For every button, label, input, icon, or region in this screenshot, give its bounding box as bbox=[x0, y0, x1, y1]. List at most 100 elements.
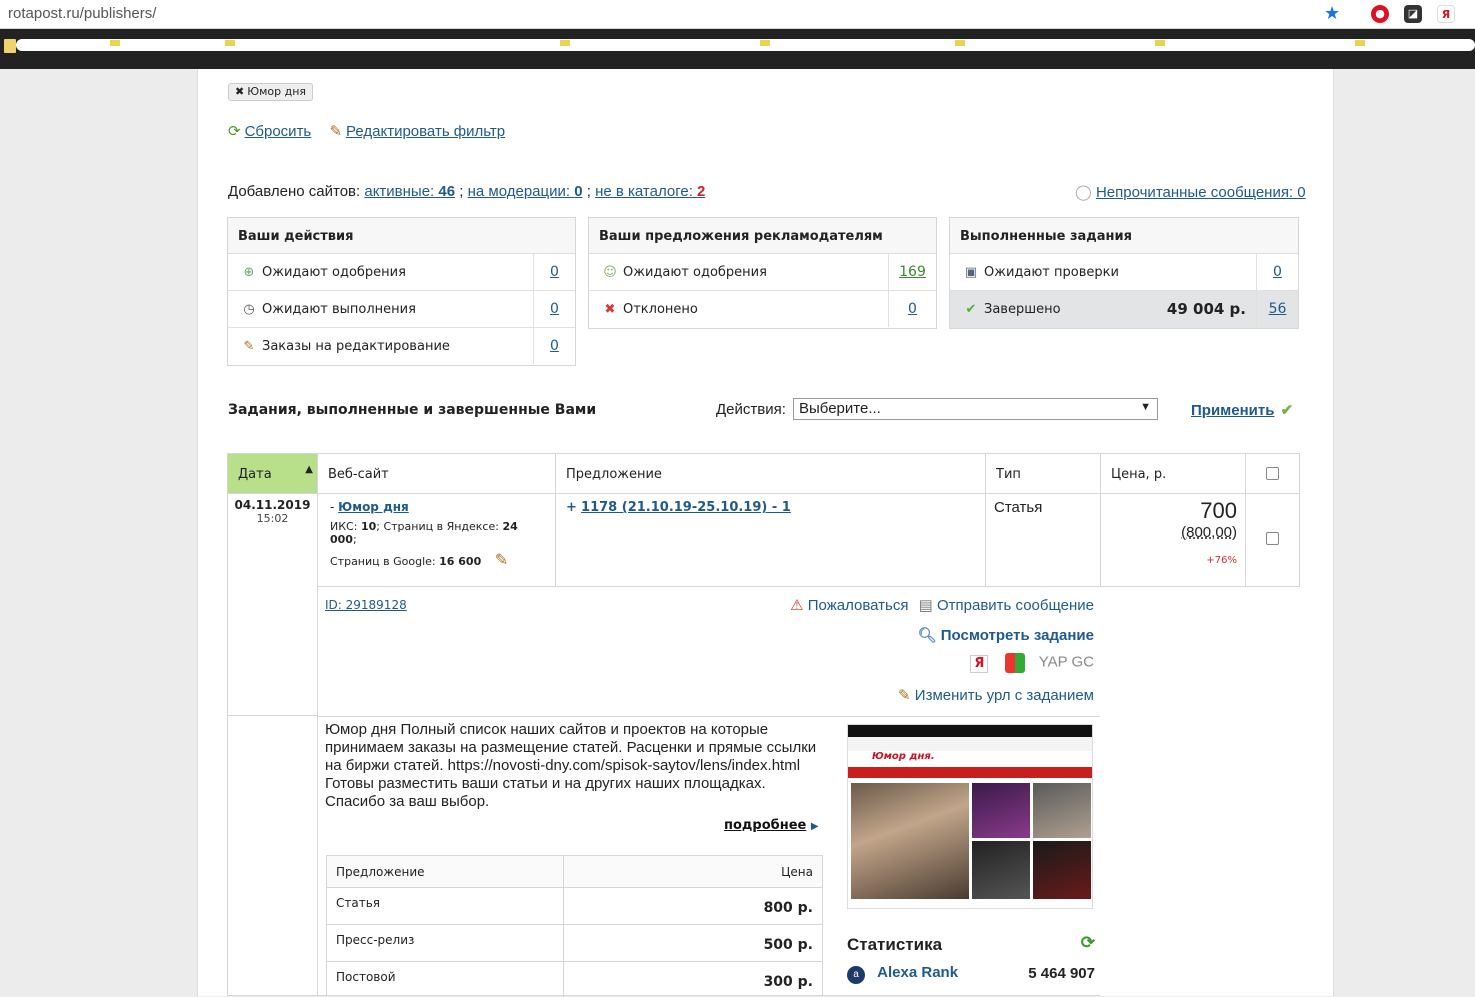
dropdown-arrow-icon: ▼ bbox=[1140, 401, 1151, 413]
added-sites-label: Добавлено сайтов: bbox=[228, 183, 361, 200]
reset-link[interactable]: Сбросить bbox=[245, 123, 312, 140]
magnifier-icon: 🔍︎ bbox=[917, 627, 937, 644]
extension-icon[interactable]: ◪ bbox=[1404, 5, 1422, 23]
plus-circle-icon: ⊕ bbox=[243, 265, 255, 280]
thumb-menu bbox=[848, 767, 1092, 778]
actions-label: Действия: bbox=[716, 401, 786, 418]
count-link[interactable]: 169 bbox=[899, 264, 926, 280]
row-edit-orders: ✎ Заказы на редактирование 0 bbox=[228, 328, 575, 365]
row-offers-rejected: ✖ Отклонено 0 bbox=[589, 291, 936, 328]
task-date: 04.11.2019 bbox=[234, 498, 311, 512]
edit-filter-link[interactable]: Редактировать фильтр bbox=[346, 123, 505, 140]
unread-messages-link[interactable]: Непрочитанные сообщения: 0 bbox=[1096, 184, 1306, 201]
unread-messages[interactable]: ◯ Непрочитанные сообщения: 0 bbox=[1075, 183, 1306, 201]
complain-link[interactable]: Пожаловаться bbox=[808, 597, 909, 614]
check-icon: ✔ bbox=[965, 302, 977, 317]
task-time: 15:02 bbox=[256, 512, 289, 525]
task-id-link[interactable]: ID: 29189128 bbox=[325, 598, 407, 612]
price-head-offer: Предложение bbox=[327, 856, 564, 888]
finished-sum: 49 004 р. bbox=[1166, 300, 1246, 318]
bookmark-icon[interactable] bbox=[760, 40, 770, 46]
bookmark-icon[interactable] bbox=[560, 40, 570, 46]
filter-tag[interactable]: ✖ Юмор дня bbox=[228, 83, 314, 101]
more-link[interactable]: подробнее ▶ bbox=[724, 818, 819, 833]
pencil-icon: ✎ bbox=[243, 339, 255, 354]
count-link[interactable]: 0 bbox=[908, 301, 917, 317]
panel-your-actions: Ваши действия ⊕ Ожидают одобрения 0 ◷ Ожид… bbox=[227, 217, 576, 366]
adblock-extension-icon[interactable]: ● bbox=[1371, 5, 1389, 23]
thumb-image bbox=[1033, 841, 1091, 899]
header-date[interactable]: Дата ▲ bbox=[227, 453, 317, 494]
site-description: Юмор дня Полный список наших сайтов и пр… bbox=[325, 721, 817, 810]
alexa-label[interactable]: Alexa Rank bbox=[877, 964, 958, 981]
send-message-link[interactable]: Отправить сообщение bbox=[937, 597, 1094, 614]
panel-title: Выполненные задания bbox=[950, 218, 1298, 254]
apply-button[interactable]: Применить ✔ bbox=[1191, 401, 1293, 419]
site-screenshot[interactable]: Юмор дня. bbox=[847, 724, 1093, 909]
count-link[interactable]: 0 bbox=[550, 301, 559, 317]
apply-link[interactable]: Применить bbox=[1191, 402, 1274, 419]
alexa-icon: a bbox=[847, 966, 865, 984]
row-checkbox[interactable] bbox=[1266, 532, 1279, 545]
price-row-value: 300 р. bbox=[763, 974, 813, 990]
panel-completed-tasks: Выполненные задания ▣ Ожидают проверки 0 … bbox=[949, 217, 1299, 329]
url-text[interactable]: rotapost.ru/publishers/ bbox=[8, 5, 156, 22]
row-finished: ✔ Завершено 49 004 р. 56 bbox=[950, 291, 1298, 328]
thumb-nav bbox=[848, 737, 1092, 751]
bookmarks-bar bbox=[0, 29, 1475, 69]
yandex-extension-icon[interactable]: Я bbox=[1437, 5, 1455, 23]
bookmark-icon[interactable] bbox=[1155, 40, 1165, 46]
index-check-row: Я YAP GC bbox=[970, 653, 1094, 673]
row-awaiting-execution: ◷ Ожидают выполнения 0 bbox=[228, 291, 575, 328]
cell-price: 700 (800,00) +76% bbox=[1100, 494, 1245, 587]
bookmark-icon[interactable] bbox=[955, 40, 965, 46]
change-url-row[interactable]: ✎ Изменить урл с заданием bbox=[898, 686, 1094, 704]
view-task-row[interactable]: 🔍︎ Посмотреть задание bbox=[918, 626, 1094, 644]
folder-icon[interactable] bbox=[4, 39, 16, 53]
select-all-checkbox[interactable] bbox=[1266, 467, 1279, 480]
google-icon[interactable] bbox=[1004, 653, 1025, 673]
panel-title: Ваши действия bbox=[228, 218, 575, 254]
bookmark-star-icon[interactable]: ★ bbox=[1324, 3, 1340, 24]
refresh-icon[interactable]: ⟳ bbox=[1081, 933, 1095, 953]
filter-tag-label: Юмор дня bbox=[247, 85, 307, 98]
moderation-sites-link[interactable]: на модерации: 0 bbox=[468, 183, 583, 200]
count-link[interactable]: 0 bbox=[550, 264, 559, 280]
header-offer[interactable]: Предложение bbox=[555, 453, 985, 494]
row-awaiting-approval: ⊕ Ожидают одобрения 0 bbox=[228, 254, 575, 291]
view-task-link[interactable]: Посмотреть задание bbox=[941, 627, 1094, 644]
browser-address-bar[interactable]: rotapost.ru/publishers/ ★ ● ◪ Я bbox=[0, 0, 1475, 29]
count-link[interactable]: 0 bbox=[550, 338, 559, 354]
header-price[interactable]: Цена, р. bbox=[1100, 453, 1245, 494]
yandex-icon[interactable]: Я bbox=[970, 654, 989, 673]
bookmark-icon[interactable] bbox=[1355, 40, 1365, 46]
header-type[interactable]: Тип bbox=[985, 453, 1100, 494]
bookmark-icon[interactable] bbox=[110, 40, 120, 46]
change-url-link[interactable]: Изменить урл с заданием bbox=[915, 687, 1094, 704]
active-sites-link[interactable]: активные: 46 bbox=[364, 183, 455, 200]
warning-icon: ⚠ bbox=[790, 597, 804, 614]
message-icon: ◯ bbox=[1075, 184, 1092, 201]
pencil-icon[interactable]: ✎ bbox=[495, 550, 508, 569]
thumb-topbar bbox=[848, 725, 1092, 737]
count-link[interactable]: 0 bbox=[1273, 264, 1282, 280]
yap-gc-link[interactable]: YAP GC bbox=[1039, 654, 1094, 671]
user-icon: ☺ bbox=[603, 265, 617, 280]
document-icon: ▤ bbox=[918, 597, 933, 614]
actions-select[interactable]: Выберите... ▼ bbox=[793, 398, 1158, 420]
site-google-stats: Страниц в Google: 16 600 ✎ bbox=[330, 550, 509, 569]
price-row-name: Пресс-релиз bbox=[327, 925, 564, 962]
header-site[interactable]: Веб-сайт bbox=[317, 453, 555, 494]
not-in-catalog-link[interactable]: не в каталоге: 2 bbox=[595, 183, 705, 200]
close-icon[interactable]: ✖ bbox=[235, 85, 244, 98]
alexa-value: 5 464 907 bbox=[1028, 965, 1095, 982]
reject-icon: ✖ bbox=[604, 302, 616, 317]
cell-checkbox bbox=[1245, 494, 1300, 587]
price-row-name: Статья bbox=[327, 888, 564, 925]
bookmark-icon[interactable] bbox=[225, 40, 235, 46]
count-link[interactable]: 56 bbox=[1269, 301, 1287, 317]
task-actions: ID: 29189128 ⚠ Пожаловаться ▤ Отправить … bbox=[317, 587, 1100, 717]
offer-link[interactable]: 1178 (21.10.19-25.10.19) - 1 bbox=[581, 500, 791, 515]
site-link[interactable]: Юмор дня bbox=[338, 500, 409, 514]
cell-site: - Юмор дня ИКС: 10; Страниц в Яндексе: 2… bbox=[317, 494, 555, 587]
